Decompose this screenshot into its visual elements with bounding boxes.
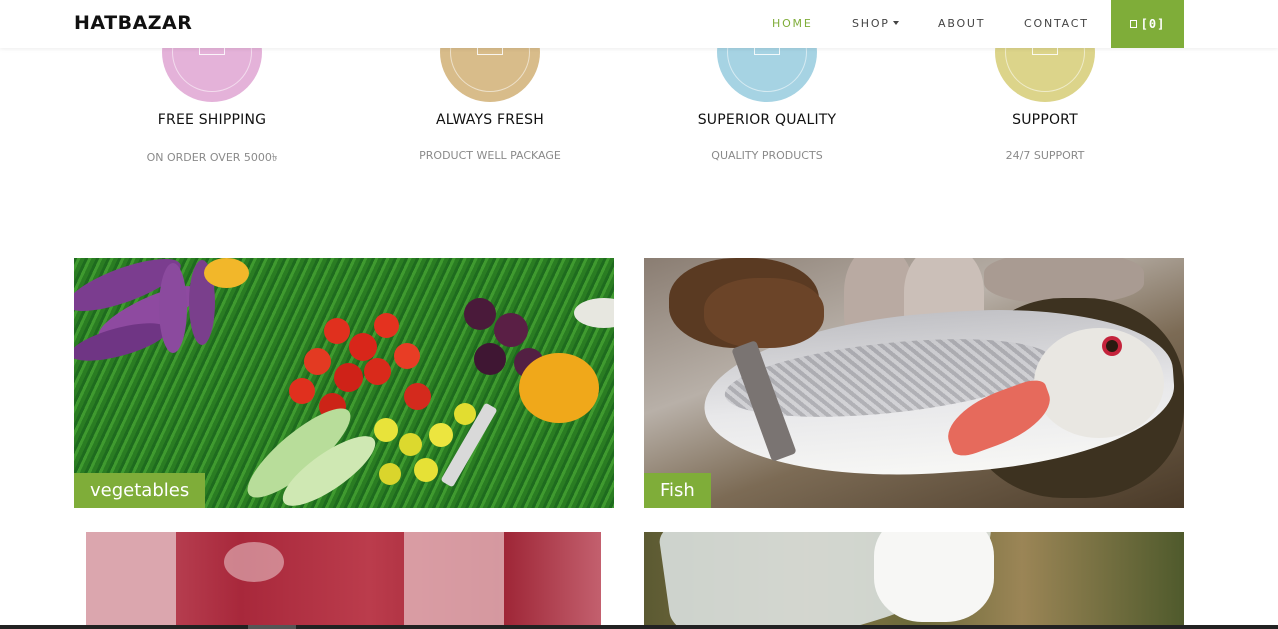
nav-link-shop[interactable]: SHOP — [852, 17, 899, 30]
category-tile-fish[interactable]: Fish — [644, 258, 1184, 508]
feature-subtitle: PRODUCT WELL PACKAGE — [419, 149, 561, 162]
nav-link-contact[interactable]: CONTACT — [1024, 17, 1089, 30]
feature-title: SUPERIOR QUALITY — [697, 112, 837, 128]
horizontal-scrollbar[interactable] — [0, 625, 1278, 629]
brand-logo[interactable]: HATBAZAR — [74, 12, 192, 34]
feature-subtitle: 24/7 SUPPORT — [1005, 149, 1085, 162]
feature-title: SUPPORT — [1012, 112, 1078, 128]
category-tile-vegetables[interactable]: vegetables — [74, 258, 614, 508]
feature-title: ALWAYS FRESH — [436, 112, 544, 128]
category-tile-milk[interactable] — [644, 532, 1184, 625]
nav-link-home[interactable]: HOME — [772, 17, 813, 30]
chevron-down-icon — [892, 21, 899, 25]
nav-link-shop-label: SHOP — [852, 17, 890, 30]
scrollbar-thumb[interactable] — [248, 625, 296, 629]
feature-title: FREE SHIPPING — [157, 112, 267, 128]
shopping-cart-icon — [1129, 20, 1137, 28]
top-navbar: HATBAZAR HOME SHOP ABOUT CONTACT [0] — [0, 0, 1278, 48]
feature-subtitle: ON ORDER OVER 5000৳ — [146, 151, 278, 164]
category-tile-meat[interactable] — [74, 532, 614, 625]
cart-button[interactable]: [0] — [1111, 0, 1184, 48]
feature-subtitle: QUALITY PRODUCTS — [711, 149, 823, 162]
category-label[interactable]: vegetables — [74, 473, 206, 508]
cart-count: [0] — [1140, 17, 1166, 31]
category-label[interactable]: Fish — [644, 473, 711, 508]
nav-link-about[interactable]: ABOUT — [938, 17, 985, 30]
